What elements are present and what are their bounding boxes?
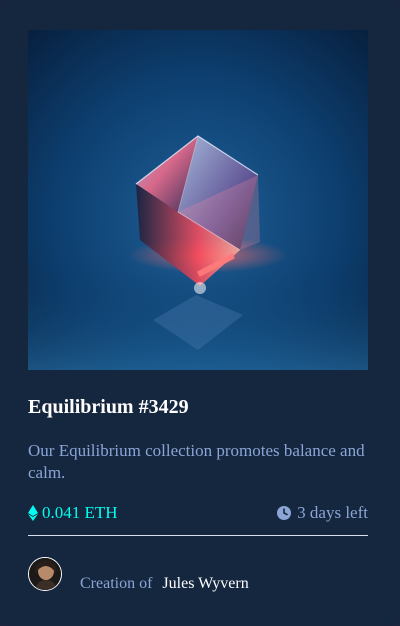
nft-description: Our Equilibrium collection promotes bala… [28,441,365,482]
price-value: 0.041 ETH [42,503,118,522]
divider [28,535,368,536]
ethereum-icon [28,505,38,521]
clock-icon [277,506,292,520]
time-left-display: 3 days left [277,503,368,523]
price-display: 0.041 ETH [28,503,118,523]
creator-prefix: Creation of [80,575,153,592]
equilibrium-image[interactable] [28,30,368,370]
nft-title[interactable]: Equilibrium #3429 [28,396,189,419]
time-left-value: 3 days left [297,503,368,522]
avatar[interactable] [28,557,62,591]
creator-line: Creation of Jules Wyvern [80,575,249,593]
creator-name[interactable]: Jules Wyvern [162,575,248,592]
nft-preview-card: Equilibrium #3429 Our Equilibrium collec… [0,0,400,626]
